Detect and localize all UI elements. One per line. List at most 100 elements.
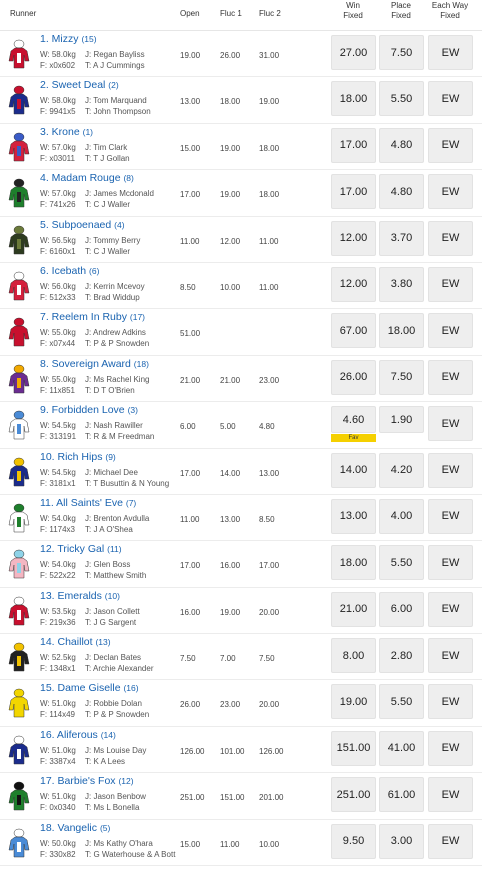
- runner-name[interactable]: 13. Emeralds: [40, 590, 102, 602]
- win-odds-button[interactable]: 21.00: [331, 591, 376, 627]
- each-way-button[interactable]: EW: [428, 638, 473, 674]
- win-odds-button[interactable]: 27.00: [331, 35, 376, 70]
- runner-name-link[interactable]: 5. Subpoenaed (4): [40, 219, 125, 231]
- runner-name[interactable]: 15. Dame Giselle: [40, 682, 121, 694]
- runner-name-link[interactable]: 10. Rich Hips (9): [40, 451, 116, 463]
- runner-name-link[interactable]: 13. Emeralds (10): [40, 590, 120, 602]
- runner-name-link[interactable]: 3. Krone (1): [40, 126, 93, 138]
- runner-name-link[interactable]: 14. Chaillot (13): [40, 636, 111, 648]
- win-odds-button[interactable]: 151.00: [331, 730, 376, 766]
- runner-name[interactable]: 9. Forbidden Love: [40, 404, 125, 416]
- win-odds-button[interactable]: 8.00: [331, 638, 376, 674]
- runner-name[interactable]: 7. Reelem In Ruby: [40, 311, 127, 323]
- fluc1-odds: 12.00: [220, 236, 241, 246]
- runner-name[interactable]: 17. Barbie's Fox: [40, 775, 116, 787]
- runner-name[interactable]: 3. Krone: [40, 126, 80, 138]
- fluc1-odds: 18.00: [220, 97, 241, 107]
- each-way-button[interactable]: EW: [428, 81, 473, 117]
- runner-name[interactable]: 10. Rich Hips: [40, 451, 102, 463]
- place-odds-button[interactable]: 5.50: [379, 81, 424, 117]
- runner-name[interactable]: 11. All Saints' Eve: [40, 497, 123, 509]
- win-odds-button[interactable]: 12.00: [331, 266, 376, 302]
- win-odds-button[interactable]: 4.60: [331, 406, 376, 434]
- runner-name-link[interactable]: 1. Mizzy (15): [40, 33, 97, 45]
- form: F: 522x22: [40, 571, 76, 581]
- place-odds-button[interactable]: 7.50: [379, 359, 424, 395]
- win-odds-button[interactable]: 13.00: [331, 498, 376, 534]
- runner-name-link[interactable]: 15. Dame Giselle (16): [40, 682, 139, 694]
- runner-name-link[interactable]: 7. Reelem In Ruby (17): [40, 311, 145, 323]
- fluc2-odds: 19.00: [259, 97, 280, 107]
- place-odds-button[interactable]: 6.00: [379, 591, 424, 627]
- each-way-button[interactable]: EW: [428, 406, 473, 442]
- each-way-button[interactable]: EW: [428, 313, 473, 349]
- runner-name[interactable]: 6. Icebath: [40, 265, 86, 277]
- win-odds-button[interactable]: 17.00: [331, 127, 376, 163]
- form-trainer-line: F: 0x0340 T: Ms L Bonella: [40, 803, 139, 812]
- runner-name[interactable]: 16. Aliferous: [40, 729, 98, 741]
- jockey: J: Andrew Adkins: [85, 328, 146, 338]
- win-odds-button[interactable]: 26.00: [331, 359, 376, 395]
- place-odds-button[interactable]: 2.80: [379, 638, 424, 674]
- win-odds-button[interactable]: 67.00: [331, 313, 376, 349]
- each-way-button[interactable]: EW: [428, 777, 473, 813]
- runner-name-link[interactable]: 6. Icebath (6): [40, 265, 99, 277]
- runner-name-link[interactable]: 2. Sweet Deal (2): [40, 79, 119, 91]
- each-way-button[interactable]: EW: [428, 174, 473, 210]
- place-odds-button[interactable]: 41.00: [379, 730, 424, 766]
- runner-name-link[interactable]: 9. Forbidden Love (3): [40, 404, 138, 416]
- runner-row: 14. Chaillot (13) W: 52.5kg J: Declan Bate…: [0, 634, 482, 681]
- each-way-button[interactable]: EW: [428, 35, 473, 70]
- runner-name-link[interactable]: 12. Tricky Gal (11): [40, 543, 122, 555]
- win-odds-button[interactable]: 12.00: [331, 220, 376, 256]
- runner-name-link[interactable]: 8. Sovereign Award (18): [40, 358, 149, 370]
- win-odds-button[interactable]: 251.00: [331, 777, 376, 813]
- each-way-button[interactable]: EW: [428, 452, 473, 488]
- win-odds-button[interactable]: 14.00: [331, 452, 376, 488]
- runner-name-link[interactable]: 17. Barbie's Fox (12): [40, 775, 134, 787]
- each-way-button[interactable]: EW: [428, 127, 473, 163]
- runner-name[interactable]: 14. Chaillot: [40, 636, 93, 648]
- place-odds-button[interactable]: 1.90: [379, 406, 424, 434]
- win-odds-button[interactable]: 17.00: [331, 174, 376, 210]
- runner-name[interactable]: 8. Sovereign Award: [40, 358, 131, 370]
- place-odds-button[interactable]: 5.50: [379, 545, 424, 581]
- runner-name[interactable]: 4. Madam Rouge: [40, 172, 121, 184]
- place-odds-button[interactable]: 3.80: [379, 266, 424, 302]
- win-odds-button[interactable]: 18.00: [331, 545, 376, 581]
- win-odds-button[interactable]: 9.50: [331, 823, 376, 859]
- runner-name[interactable]: 2. Sweet Deal: [40, 79, 105, 91]
- win-odds-button[interactable]: 18.00: [331, 81, 376, 117]
- runner-name-link[interactable]: 18. Vangelic (5): [40, 822, 110, 834]
- runner-name[interactable]: 12. Tricky Gal: [40, 543, 104, 555]
- runner-name[interactable]: 5. Subpoenaed: [40, 219, 111, 231]
- each-way-button[interactable]: EW: [428, 545, 473, 581]
- runner-name-link[interactable]: 16. Aliferous (14): [40, 729, 116, 741]
- place-odds-button[interactable]: 4.80: [379, 127, 424, 163]
- runner-name-link[interactable]: 4. Madam Rouge (8): [40, 172, 134, 184]
- place-odds-button[interactable]: 7.50: [379, 35, 424, 70]
- place-odds-button[interactable]: 4.80: [379, 174, 424, 210]
- win-odds-button[interactable]: 19.00: [331, 684, 376, 720]
- each-way-button[interactable]: EW: [428, 684, 473, 720]
- weight: W: 50.0kg: [40, 838, 76, 848]
- place-odds-button[interactable]: 4.20: [379, 452, 424, 488]
- place-odds-button[interactable]: 5.50: [379, 684, 424, 720]
- each-way-button[interactable]: EW: [428, 730, 473, 766]
- place-odds-button[interactable]: 18.00: [379, 313, 424, 349]
- place-odds-button[interactable]: 61.00: [379, 777, 424, 813]
- each-way-button[interactable]: EW: [428, 266, 473, 302]
- each-way-button[interactable]: EW: [428, 498, 473, 534]
- place-odds-button[interactable]: 3.00: [379, 823, 424, 859]
- runner-name[interactable]: 1. Mizzy: [40, 33, 79, 45]
- each-way-button[interactable]: EW: [428, 591, 473, 627]
- each-way-button[interactable]: EW: [428, 220, 473, 256]
- jockey-silk-icon: [8, 85, 30, 115]
- trainer: T: C J Waller: [85, 246, 131, 256]
- place-odds-button[interactable]: 4.00: [379, 498, 424, 534]
- each-way-button[interactable]: EW: [428, 823, 473, 859]
- runner-name[interactable]: 18. Vangelic: [40, 822, 97, 834]
- place-odds-button[interactable]: 3.70: [379, 220, 424, 256]
- each-way-button[interactable]: EW: [428, 359, 473, 395]
- runner-name-link[interactable]: 11. All Saints' Eve (7): [40, 497, 136, 509]
